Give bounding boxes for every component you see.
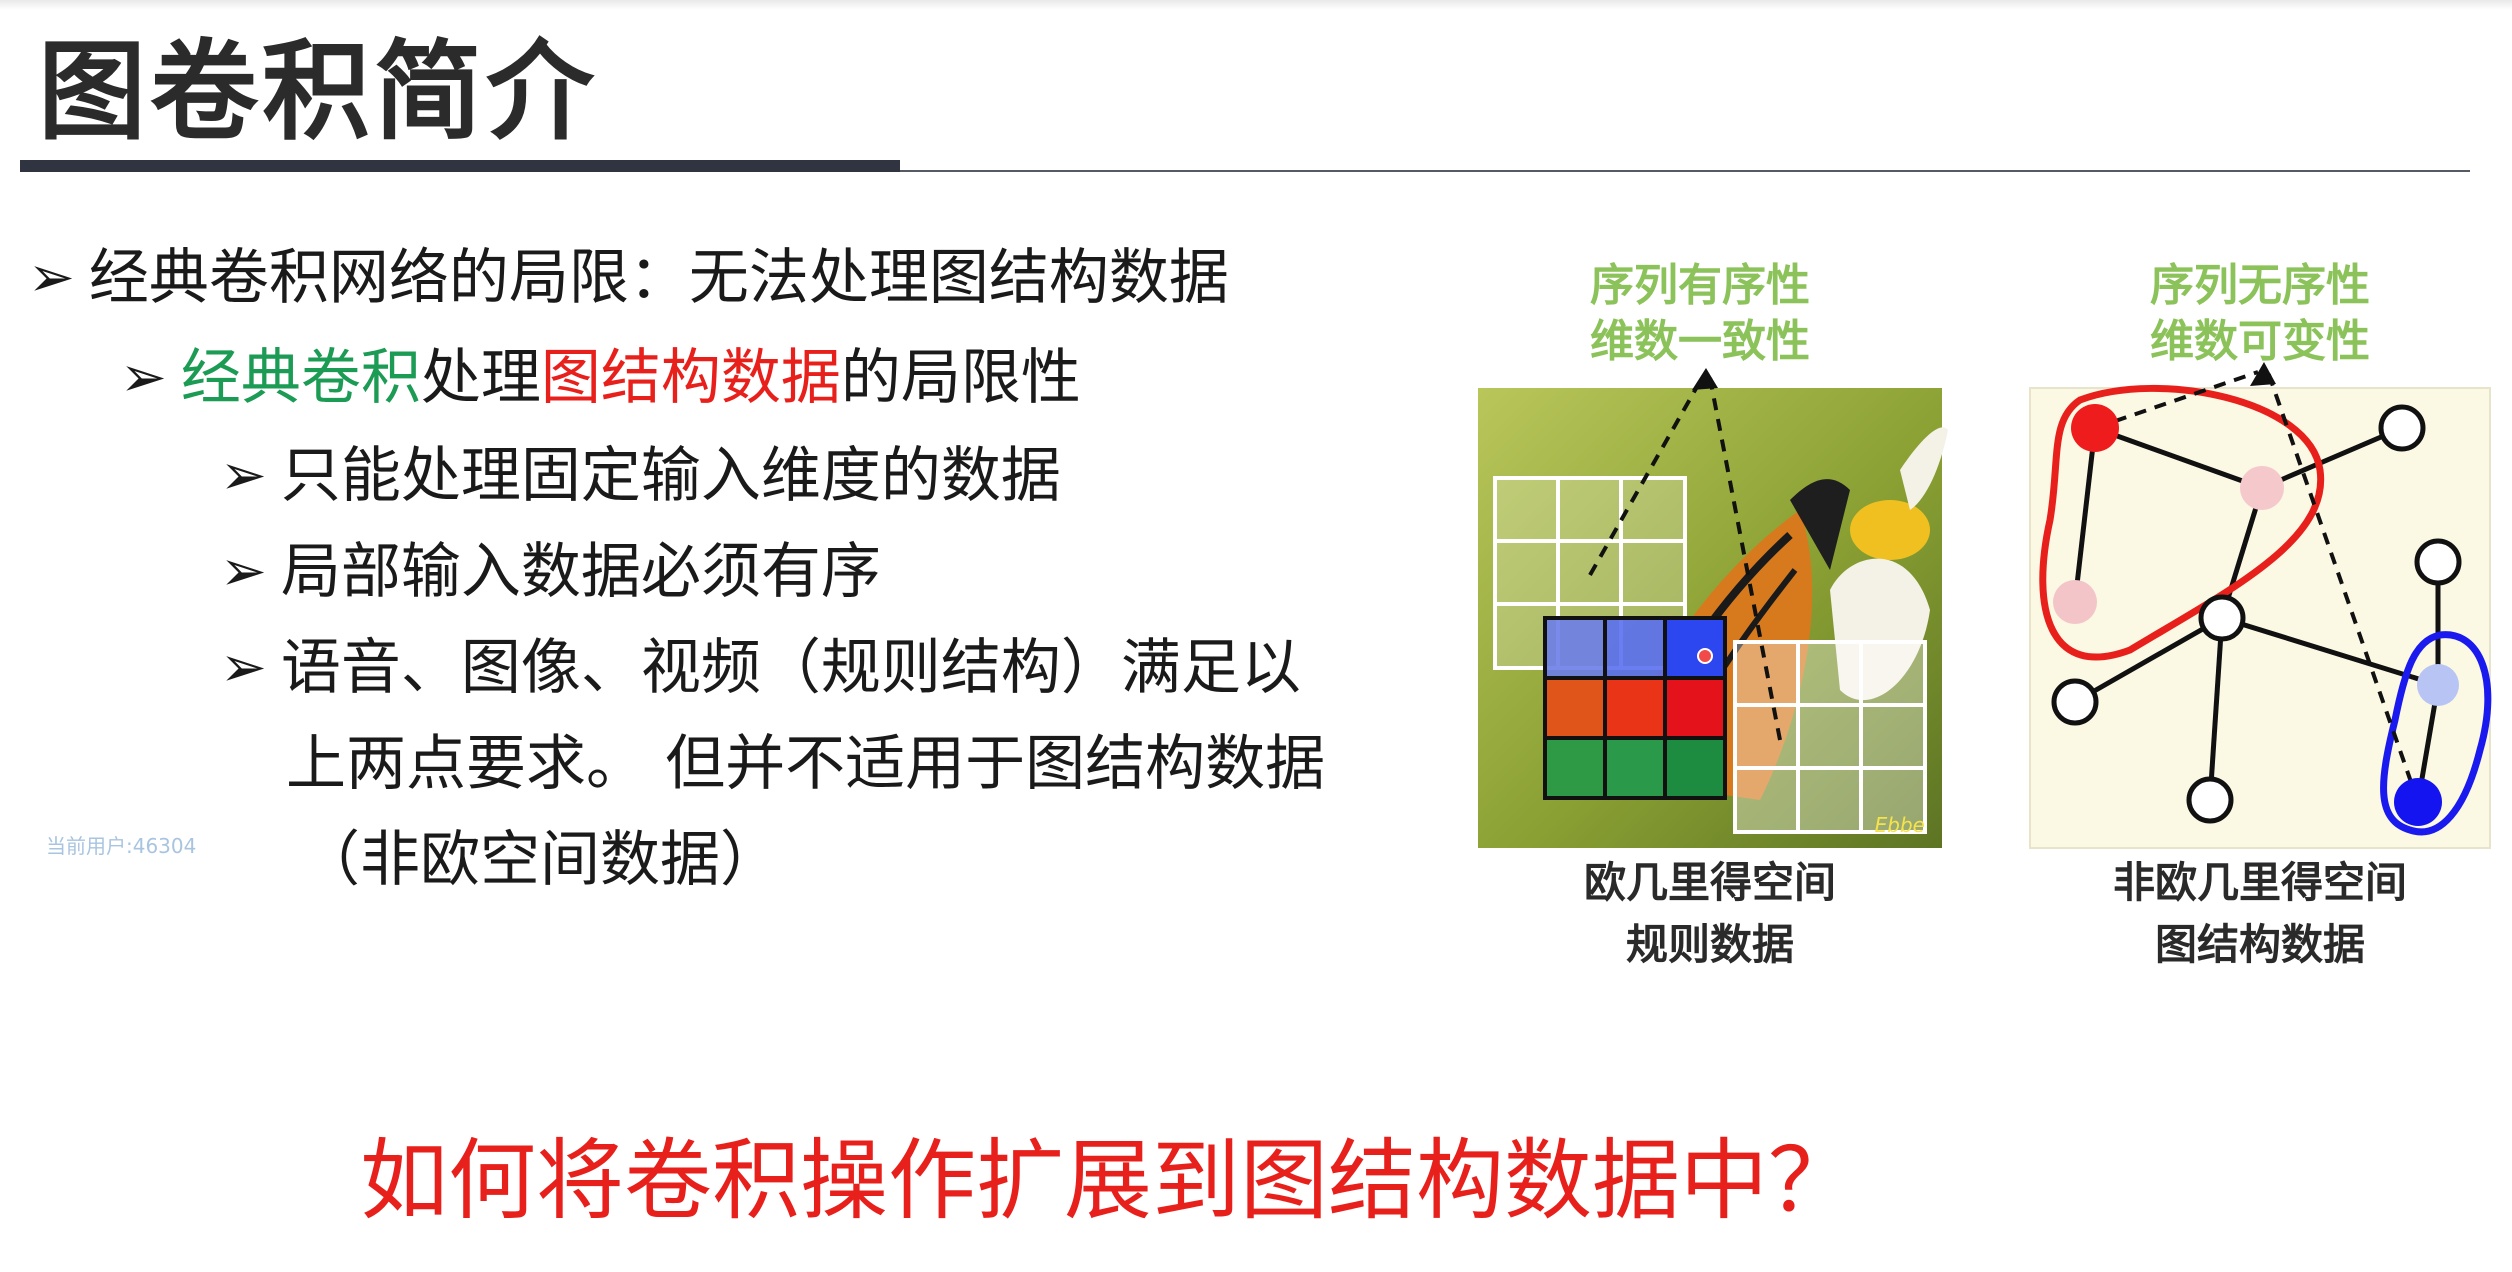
right-caption-line: 非欧几里得空间 xyxy=(2112,858,2407,907)
title-underline-thick xyxy=(20,160,900,172)
arrowhead-icon xyxy=(2250,362,2276,386)
conv-window-right xyxy=(1733,640,1927,834)
top-shade xyxy=(0,0,2512,10)
bullet-text: 的局限性 xyxy=(840,343,1081,413)
bullet-text: 局部输入数据必须有序 xyxy=(280,537,881,607)
left-note: 序列有序性 维数一致性 xyxy=(1530,258,1870,370)
bullet-arrow-icon: ➢ xyxy=(28,245,75,310)
title-underline-thin xyxy=(900,170,2470,172)
bullet-text: 语音、图像、视频（规则结构）满足以 xyxy=(280,633,1301,703)
euclidean-image-figure: Ebbe xyxy=(1478,368,1948,848)
left-caption-line: 欧几里得空间 xyxy=(1583,858,1836,907)
bullet-text-red: 图结构数据 xyxy=(540,343,841,413)
bullet-level2-fixed-dim: ➢ 只能处理固定输入维度的数据 xyxy=(220,436,1061,516)
right-caption: 非欧几里得空间 图结构数据 xyxy=(2060,852,2460,976)
bullet-level1: ➢ 经典卷积处理图结构数据的局限性 xyxy=(120,338,1081,418)
bullet-continuation: （非欧空间数据） xyxy=(300,825,780,895)
user-watermark: 当前用户:46304 xyxy=(46,834,197,858)
conv-kernel-grid xyxy=(1543,616,1727,800)
bullet-arrow-icon: ➢ xyxy=(120,345,167,410)
bullet-level2-ordered: ➢ 局部输入数据必须有序 xyxy=(220,532,881,612)
bullet-level0: ➢ 经典卷积网络的局限：无法处理图结构数据 xyxy=(28,238,1229,318)
arrowhead-icon xyxy=(1692,368,1718,390)
bullet-arrow-icon: ➢ xyxy=(220,635,267,700)
right-note-line: 序列无序性 xyxy=(2150,260,2370,311)
slide-title: 图卷积简介 xyxy=(38,30,599,155)
bullet-text: 只能处理固定输入维度的数据 xyxy=(280,441,1061,511)
bullet-text-green: 经典卷积 xyxy=(180,343,421,413)
bottom-question: 如何将卷积操作扩展到图结构数据中？ xyxy=(360,1129,1857,1232)
bullet-arrow-icon: ➢ xyxy=(220,443,267,508)
bullet-level2-regular: ➢ 语音、图像、视频（规则结构）满足以 xyxy=(220,628,1301,708)
left-caption-line: 规则数据 xyxy=(1625,920,1794,969)
bullet-text: 经典卷积网络的局限：无法处理图结构数据 xyxy=(88,243,1229,313)
photo-corner-text: Ebbe xyxy=(1875,813,1925,837)
graph-figure xyxy=(2029,362,2492,849)
right-note: 序列无序性 维数可变性 xyxy=(2090,258,2430,370)
left-caption: 欧几里得空间 规则数据 xyxy=(1515,852,1905,976)
bullet-arrow-icon: ➢ xyxy=(220,539,267,604)
bullet-continuation: 上两点要求。 但并不适用于图结构数据 xyxy=(286,729,1326,799)
left-note-line: 序列有序性 xyxy=(1590,260,1810,311)
right-caption-line: 图结构数据 xyxy=(2154,920,2365,969)
bullet-text: 处理 xyxy=(420,343,541,413)
flower-center xyxy=(1850,500,1930,560)
